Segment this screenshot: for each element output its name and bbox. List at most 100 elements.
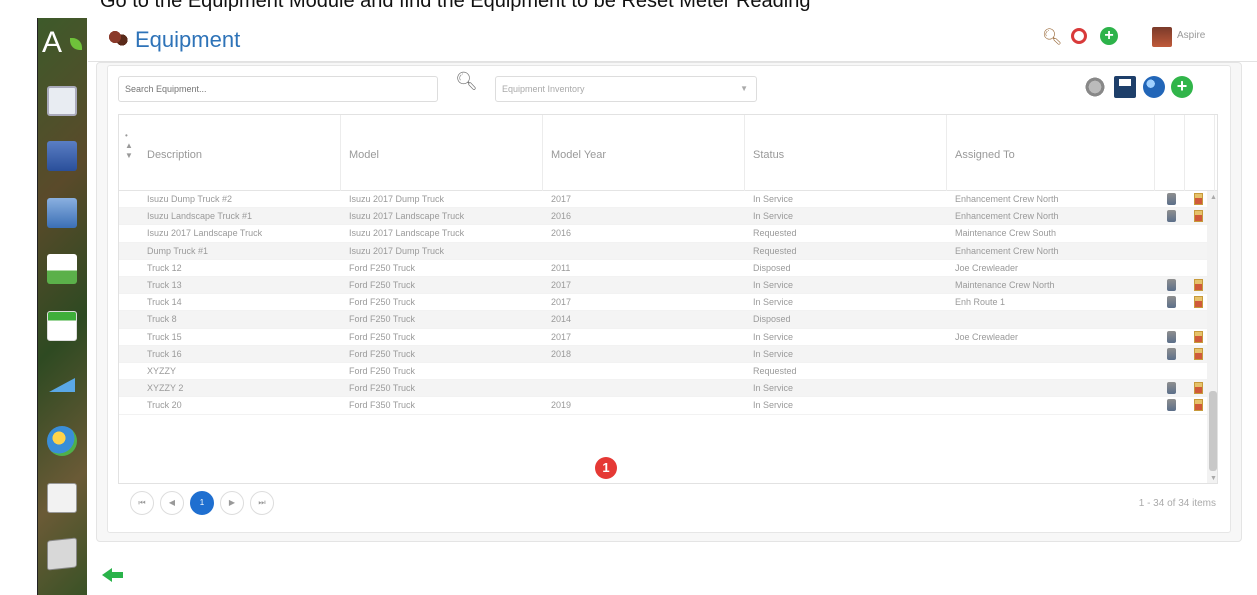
cell-model: Isuzu 2017 Landscape Truck bbox=[349, 228, 465, 239]
globe-icon[interactable] bbox=[47, 426, 77, 456]
table-row[interactable]: XYZZY 2 Ford F250 Truck In Service bbox=[119, 380, 1207, 398]
cell-model-year: 2014 bbox=[551, 314, 572, 325]
invoice-icon[interactable] bbox=[47, 483, 77, 513]
table-row[interactable]: Truck 12 Ford F250 Truck 2011 Disposed Joe C… bbox=[119, 260, 1207, 277]
cell-model: Ford F250 Truck bbox=[349, 280, 416, 290]
edit-icon[interactable] bbox=[1167, 279, 1176, 291]
dashboard-icon[interactable] bbox=[47, 86, 77, 116]
cell-status: Requested bbox=[753, 228, 797, 239]
document-icon[interactable] bbox=[1194, 382, 1203, 395]
table-row[interactable]: Truck 20 Ford F350 Truck 2019 In Service bbox=[119, 397, 1207, 415]
table-row[interactable]: Truck 16 Ford F250 Truck 2018 In Service bbox=[119, 345, 1207, 363]
history-icon[interactable] bbox=[1071, 28, 1087, 44]
next-page-button[interactable]: ▶ bbox=[220, 491, 244, 515]
table-row[interactable]: Dump Truck #1 Isuzu 2017 Dump Truck Reques… bbox=[119, 242, 1207, 260]
last-page-button[interactable]: ⏭ bbox=[250, 491, 274, 515]
table-row[interactable]: Isuzu 2017 Landscape Truck Isuzu 2017 Lan… bbox=[119, 225, 1207, 243]
scrollbar-thumb[interactable] bbox=[1209, 391, 1217, 471]
back-arrow-icon[interactable] bbox=[102, 567, 124, 583]
column-header-status[interactable]: Status bbox=[745, 115, 947, 191]
page-button-current[interactable]: 1 bbox=[190, 491, 214, 515]
inventory-select[interactable]: Equipment Inventory ▼ bbox=[495, 76, 757, 102]
cell-assigned-to: Joe Crewleader bbox=[955, 262, 1019, 273]
settings-gear-icon[interactable] bbox=[1084, 76, 1106, 98]
user-name[interactable]: Aspire bbox=[1177, 30, 1205, 41]
table-row[interactable]: XYZZY Ford F250 Truck Requested bbox=[119, 363, 1207, 381]
equipment-panel: 🔍︎ Equipment Inventory ▼ + •▲▼ Descripti… bbox=[96, 62, 1242, 542]
column-menu-icon[interactable]: • ▲ ▼ bbox=[125, 131, 133, 161]
scroll-down-icon[interactable]: ▼ bbox=[1210, 475, 1217, 482]
page-title: Equipment bbox=[135, 27, 241, 52]
document-icon[interactable] bbox=[1194, 193, 1203, 205]
search-icon[interactable]: 🔍︎ bbox=[1042, 27, 1062, 47]
cell-status: In Service bbox=[753, 348, 794, 359]
edit-icon[interactable] bbox=[1167, 330, 1176, 343]
cell-model: Ford F250 Truck bbox=[349, 297, 416, 308]
column-header-model-year[interactable]: Model Year bbox=[543, 115, 745, 191]
cell-model: Ford F250 Truck bbox=[349, 348, 416, 359]
search-input[interactable] bbox=[118, 76, 438, 102]
cell-assigned-to: Joe Crewleader bbox=[955, 331, 1019, 342]
edit-icon[interactable] bbox=[1167, 382, 1176, 395]
cell-assigned-to: Enhancement Crew North bbox=[955, 211, 1059, 222]
send-icon[interactable] bbox=[47, 368, 77, 398]
cell-status: In Service bbox=[753, 383, 794, 394]
document-icon[interactable] bbox=[1194, 399, 1203, 412]
search-button-icon[interactable]: 🔍︎ bbox=[455, 71, 478, 92]
column-header-action1 bbox=[1155, 115, 1185, 191]
cell-model: Ford F250 Truck bbox=[349, 331, 416, 342]
first-page-button[interactable]: ⏮ bbox=[130, 491, 154, 515]
add-icon[interactable]: + bbox=[1100, 27, 1118, 45]
column-header-assigned-to[interactable]: Assigned To bbox=[947, 115, 1155, 191]
document-icon[interactable] bbox=[1194, 296, 1203, 309]
document-icon[interactable] bbox=[1194, 330, 1203, 343]
cell-description: Truck 8 bbox=[147, 314, 177, 325]
scroll-up-icon[interactable]: ▲ bbox=[1210, 194, 1217, 201]
avatar[interactable] bbox=[1152, 27, 1172, 47]
add-new-icon[interactable]: + bbox=[1171, 76, 1193, 98]
app-logo[interactable]: A bbox=[38, 26, 88, 62]
contacts-icon[interactable] bbox=[47, 141, 77, 171]
cell-model-year: 2017 bbox=[551, 297, 572, 308]
table-row[interactable]: Isuzu Dump Truck #2 Isuzu 2017 Dump Truck… bbox=[119, 191, 1207, 209]
cell-description: Truck 12 bbox=[147, 262, 182, 273]
globe-icon[interactable] bbox=[1143, 76, 1165, 98]
cell-description: Truck 20 bbox=[147, 400, 182, 411]
prev-page-button[interactable]: ◀ bbox=[160, 491, 184, 515]
schedule-icon[interactable] bbox=[47, 311, 77, 341]
reports-icon[interactable] bbox=[47, 537, 77, 571]
column-header-description[interactable]: Description bbox=[139, 115, 341, 191]
cell-description: Truck 16 bbox=[147, 348, 182, 359]
table-row[interactable]: Truck 13 Ford F250 Truck 2017 In Service Mai… bbox=[119, 277, 1207, 295]
cell-status: In Service bbox=[753, 331, 794, 342]
column-header-action2 bbox=[1185, 115, 1215, 191]
edit-icon[interactable] bbox=[1167, 347, 1176, 360]
edit-icon[interactable] bbox=[1167, 399, 1176, 412]
cell-status: In Service bbox=[753, 280, 794, 290]
edit-icon[interactable] bbox=[1167, 193, 1176, 205]
cell-model: Ford F250 Truck bbox=[349, 262, 416, 273]
equipment-inner: 🔍︎ Equipment Inventory ▼ + •▲▼ Descripti… bbox=[107, 65, 1231, 533]
table-row[interactable]: Isuzu Landscape Truck #1 Isuzu 2017 Lands… bbox=[119, 208, 1207, 226]
table-row[interactable]: Truck 15 Ford F250 Truck 2017 In Service Joe… bbox=[119, 329, 1207, 346]
cell-assigned-to: Enhancement Crew North bbox=[955, 245, 1059, 256]
estimates-icon[interactable] bbox=[47, 254, 77, 284]
edit-icon[interactable] bbox=[1167, 210, 1176, 223]
column-header-model[interactable]: Model bbox=[341, 115, 543, 191]
cell-assigned-to: Maintenance Crew South bbox=[955, 228, 1057, 239]
edit-icon[interactable] bbox=[1167, 296, 1176, 309]
cell-model-year: 2017 bbox=[551, 194, 572, 204]
save-icon[interactable] bbox=[1114, 76, 1136, 98]
cell-description: Isuzu 2017 Landscape Truck bbox=[147, 228, 263, 239]
table-row[interactable]: Truck 14 Ford F250 Truck 2017 In Service Enh… bbox=[119, 294, 1207, 312]
table-row[interactable]: Truck 8 Ford F250 Truck 2014 Disposed bbox=[119, 311, 1207, 329]
inventory-select-value: Equipment Inventory bbox=[502, 84, 585, 94]
document-icon[interactable] bbox=[1194, 347, 1203, 360]
step-callout-badge: 1 bbox=[595, 457, 617, 479]
vertical-scrollbar[interactable]: ▲ ▼ bbox=[1207, 191, 1217, 483]
caption-text: Go to the Equipment Module and find the … bbox=[100, 0, 811, 12]
document-icon[interactable] bbox=[1194, 210, 1203, 223]
items-count: 1 - 34 of 34 items bbox=[1138, 498, 1216, 509]
document-icon[interactable] bbox=[1194, 279, 1203, 291]
properties-icon[interactable] bbox=[47, 198, 77, 228]
